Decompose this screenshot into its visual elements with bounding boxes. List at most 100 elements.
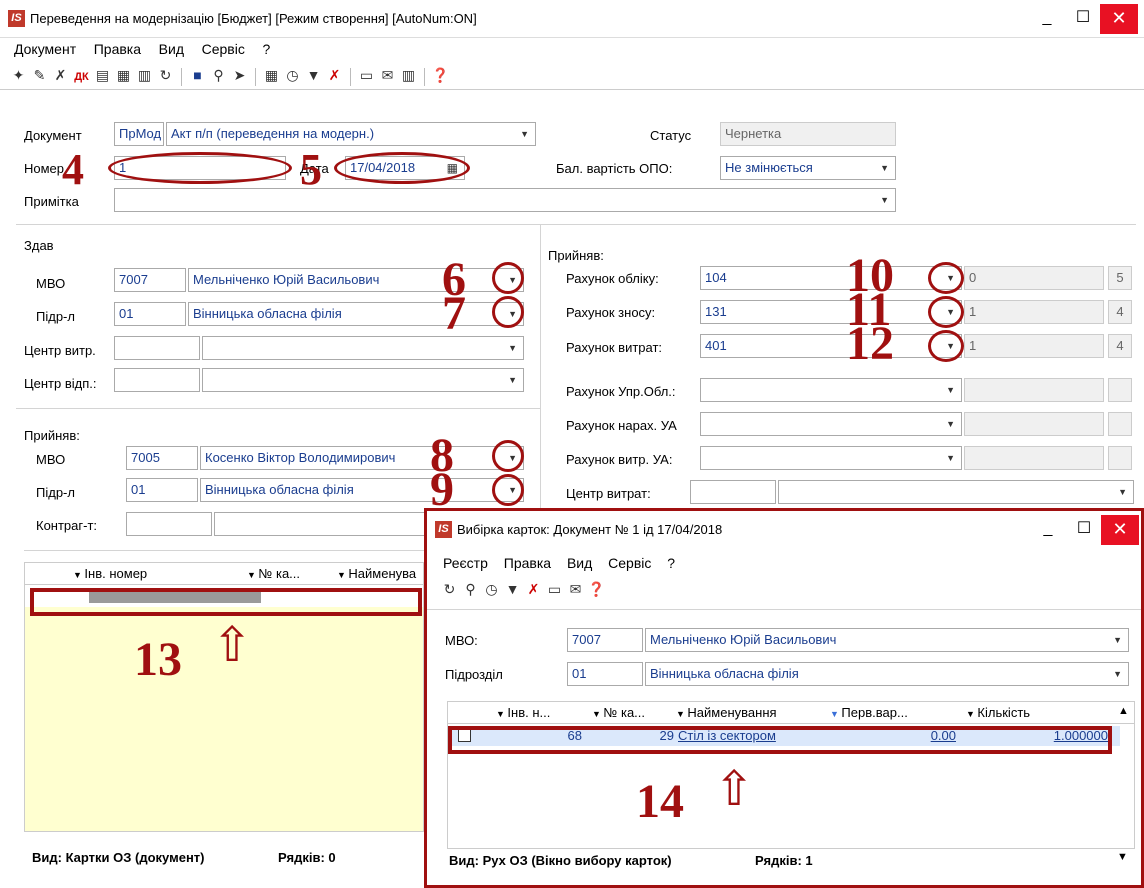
find-next-icon[interactable]: ➤: [229, 67, 250, 84]
dcol-qty[interactable]: ▼ Кількість: [966, 705, 1030, 720]
grid-col-card[interactable]: ▼ № ка...: [247, 566, 300, 581]
sign-icon[interactable]: ДК: [71, 71, 92, 83]
dialog-mvo-label: МВО:: [445, 633, 478, 648]
filter-icon[interactable]: ▼: [303, 67, 324, 83]
search-icon[interactable]: ⚲: [460, 581, 481, 598]
menu-help[interactable]: ?: [262, 41, 270, 57]
gave-cc-code[interactable]: [114, 336, 200, 360]
chevron-down-icon[interactable]: ▼: [1113, 629, 1122, 651]
chevron-down-icon[interactable]: ▼: [520, 123, 529, 145]
dialog-mvo-code[interactable]: 7007: [567, 628, 643, 652]
dialog-mvo-select[interactable]: Мельніченко Юрій Васильович ▼: [645, 628, 1129, 652]
refresh-icon[interactable]: ↻: [439, 581, 460, 598]
acc-cost-select[interactable]: 401 ▼: [700, 334, 962, 358]
menu-edit[interactable]: Правка: [504, 555, 551, 571]
save-icon[interactable]: ■: [187, 67, 208, 83]
maximize-button[interactable]: ☐: [1064, 4, 1102, 34]
minimize-button[interactable]: _: [1028, 4, 1066, 34]
gave-mvo-code[interactable]: 7007: [114, 268, 186, 292]
acc-account-select[interactable]: 104 ▼: [700, 266, 962, 290]
chevron-down-icon[interactable]: ▼: [946, 379, 955, 401]
acc-cc-select[interactable]: ▼: [778, 480, 1134, 504]
gave-dept-select[interactable]: Вінницька обласна філія ▼: [188, 302, 524, 326]
clear-filter-icon[interactable]: ✗: [523, 581, 544, 598]
recv-mvo-name: Косенко Віктор Володимирович: [205, 450, 396, 465]
recv-dept-select[interactable]: Вінницька обласна філія ▼: [200, 478, 524, 502]
recv-title: Прийняв:: [24, 428, 80, 443]
note-field[interactable]: ▼: [114, 188, 896, 212]
recv-mvo-select[interactable]: Косенко Віктор Володимирович ▼: [200, 446, 524, 470]
grid-icon[interactable]: ▦: [261, 67, 282, 84]
acc-ua-cost-select[interactable]: ▼: [700, 446, 962, 470]
mail-icon[interactable]: ✉: [565, 581, 586, 598]
dialog-close-button[interactable]: ✕: [1101, 515, 1139, 545]
help-icon[interactable]: ❓: [586, 581, 607, 598]
gave-dept-code[interactable]: 01: [114, 302, 186, 326]
acc-wear-select[interactable]: 131 ▼: [700, 300, 962, 324]
journal-icon[interactable]: ▤: [92, 67, 113, 84]
menu-document[interactable]: Документ: [14, 41, 76, 57]
menu-service[interactable]: Сервіс: [608, 555, 651, 571]
chevron-down-icon[interactable]: ▼: [946, 447, 955, 469]
acc-m-2: 4: [1108, 334, 1132, 358]
dialog-grid[interactable]: ▼ Інв. н... ▼ № ка... ▼ Найменування ▼ П…: [447, 701, 1135, 849]
menu-view[interactable]: Вид: [159, 41, 184, 57]
scroll-down-icon[interactable]: ▼: [1117, 851, 1128, 863]
gave-cc-select[interactable]: ▼: [202, 336, 524, 360]
dialog-maximize-button[interactable]: ☐: [1065, 515, 1103, 545]
dcol-cost[interactable]: ▼ Перв.вар...: [830, 705, 908, 720]
acc-cc-code[interactable]: [690, 480, 776, 504]
gave-cr-select[interactable]: ▼: [202, 368, 524, 392]
edit-icon[interactable]: ✎: [29, 67, 50, 84]
bal-select[interactable]: Не змінюється ▼: [720, 156, 896, 180]
dcol-name[interactable]: ▼ Найменування: [676, 705, 777, 720]
menu-service[interactable]: Сервіс: [202, 41, 245, 57]
menu-edit[interactable]: Правка: [94, 41, 141, 57]
recv-cp-select[interactable]: [214, 512, 434, 536]
grid-col-inv[interactable]: ▼ Інв. номер: [73, 566, 147, 581]
dialog-dept-code[interactable]: 01: [567, 662, 643, 686]
chevron-down-icon[interactable]: ▼: [1118, 481, 1127, 503]
new-icon[interactable]: ✦: [8, 67, 29, 84]
recv-dept-code[interactable]: 01: [126, 478, 198, 502]
calc-icon[interactable]: ▥: [398, 67, 419, 84]
dcol-card[interactable]: ▼ № ка...: [592, 705, 645, 720]
form-icon[interactable]: ▭: [356, 67, 377, 84]
gave-mvo-select[interactable]: Мельніченко Юрій Васильович ▼: [188, 268, 524, 292]
clear-filter-icon[interactable]: ✗: [324, 67, 345, 84]
gave-cr-code[interactable]: [114, 368, 200, 392]
chevron-down-icon[interactable]: ▼: [880, 157, 889, 179]
recv-mvo-code[interactable]: 7005: [126, 446, 198, 470]
scroll-up-icon[interactable]: ▲: [1118, 705, 1129, 717]
acc-mgmt-select[interactable]: ▼: [700, 378, 962, 402]
history-icon[interactable]: ◷: [282, 67, 303, 84]
delete-icon[interactable]: ✗: [50, 67, 71, 84]
menu-view[interactable]: Вид: [567, 555, 592, 571]
chevron-down-icon[interactable]: ▼: [880, 189, 889, 211]
dialog-minimize-button[interactable]: _: [1029, 515, 1067, 545]
help-icon[interactable]: ❓: [430, 67, 451, 84]
recv-cp-code[interactable]: [126, 512, 212, 536]
filter-icon[interactable]: ▼: [502, 581, 523, 597]
document-type-select[interactable]: Акт п/п (переведення на модерн.) ▼: [166, 122, 536, 146]
chevron-down-icon[interactable]: ▼: [508, 337, 517, 359]
menu-help[interactable]: ?: [667, 555, 675, 571]
chevron-down-icon[interactable]: ▼: [1113, 663, 1122, 685]
acc-n-5: [964, 446, 1104, 470]
close-button[interactable]: ✕: [1100, 4, 1138, 34]
chevron-down-icon[interactable]: ▼: [946, 413, 955, 435]
grid-col-name[interactable]: ▼ Найменува: [337, 566, 416, 581]
form-icon[interactable]: ▭: [544, 581, 565, 598]
post-icon[interactable]: ▦: [113, 67, 134, 84]
history-icon[interactable]: ◷: [481, 581, 502, 598]
chevron-down-icon[interactable]: ▼: [508, 369, 517, 391]
unpost-icon[interactable]: ▥: [134, 67, 155, 84]
mail-icon[interactable]: ✉: [377, 67, 398, 84]
search-icon[interactable]: ⚲: [208, 67, 229, 84]
refresh-icon[interactable]: ↻: [155, 67, 176, 84]
document-code-field[interactable]: ПрМод: [114, 122, 164, 146]
dialog-dept-select[interactable]: Вінницька обласна філія ▼: [645, 662, 1129, 686]
dcol-inv[interactable]: ▼ Інв. н...: [496, 705, 550, 720]
menu-register[interactable]: Реєстр: [443, 555, 488, 571]
acc-ua-charge-select[interactable]: ▼: [700, 412, 962, 436]
